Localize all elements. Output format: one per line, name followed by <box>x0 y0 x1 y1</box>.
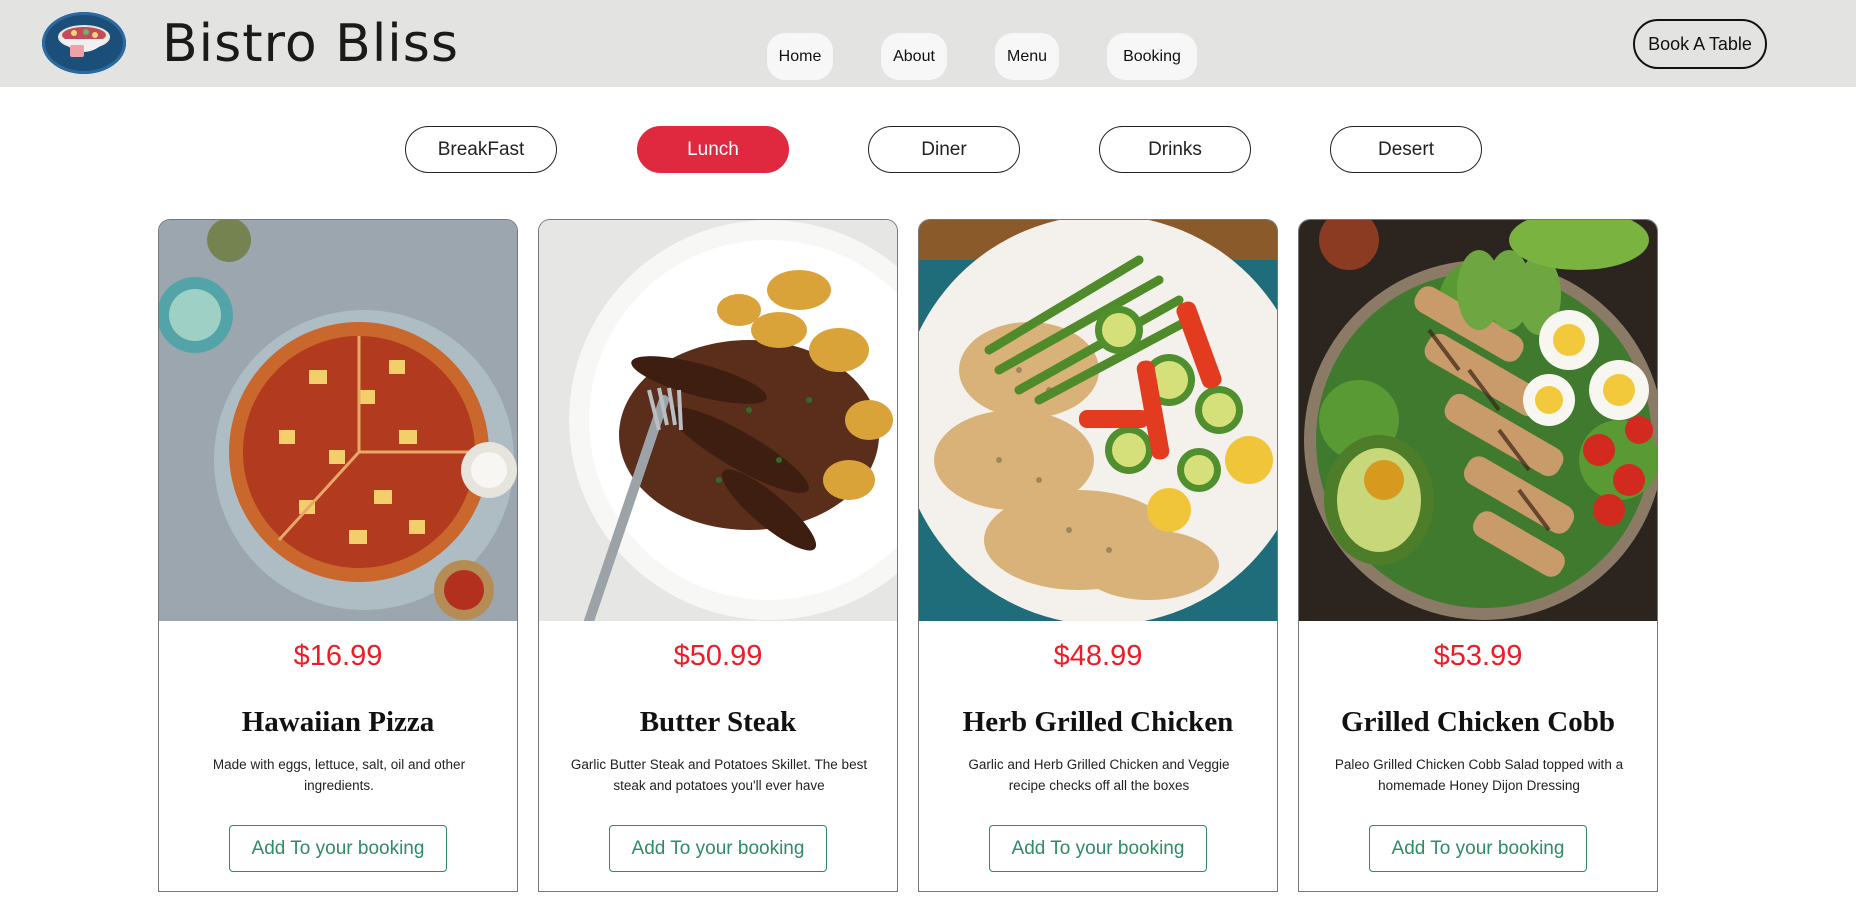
brand-title: Bistro Bliss <box>162 14 459 74</box>
add-to-booking-button[interactable]: Add To your booking <box>1369 825 1587 872</box>
menu-card: $48.99 Herb Grilled Chicken Garlic and H… <box>918 219 1278 892</box>
nav-home[interactable]: Home <box>767 33 833 80</box>
category-diner[interactable]: Diner <box>868 126 1020 173</box>
add-to-booking-button[interactable]: Add To your booking <box>229 825 447 872</box>
nav-booking[interactable]: Booking <box>1107 33 1197 80</box>
add-to-booking-button[interactable]: Add To your booking <box>989 825 1207 872</box>
item-name: Herb Grilled Chicken <box>962 706 1234 738</box>
hawaiian-pizza-photo <box>159 220 517 621</box>
item-name: Hawaiian Pizza <box>241 706 435 738</box>
book-table-button[interactable]: Book A Table <box>1633 19 1767 69</box>
item-description: Garlic Butter Steak and Potatoes Skillet… <box>570 757 868 793</box>
add-to-booking-button[interactable]: Add To your booking <box>609 825 827 872</box>
header-bar: Bistro Bliss Home About Menu Booking Boo… <box>0 0 1856 87</box>
item-price: $50.99 <box>673 640 763 672</box>
item-name: Butter Steak <box>639 706 797 738</box>
butter-steak-photo <box>539 220 897 621</box>
grilled-chicken-cobb-photo <box>1299 220 1657 621</box>
herb-grilled-chicken-photo <box>919 220 1277 621</box>
item-price: $16.99 <box>293 640 383 672</box>
menu-card: $50.99 Butter Steak Garlic Butter Steak … <box>538 219 898 892</box>
item-name: Grilled Chicken Cobb <box>1341 706 1615 738</box>
item-description: Paleo Grilled Chicken Cobb Salad topped … <box>1334 757 1624 793</box>
nav-about[interactable]: About <box>881 33 947 80</box>
category-breakfast[interactable]: BreakFast <box>405 126 557 173</box>
logo[interactable] <box>42 12 126 74</box>
item-price: $53.99 <box>1433 640 1523 672</box>
item-description: Garlic and Herb Grilled Chicken and Vegg… <box>968 757 1230 793</box>
category-desert[interactable]: Desert <box>1330 126 1482 173</box>
menu-card: $53.99 Grilled Chicken Cobb Paleo Grille… <box>1298 219 1658 892</box>
category-lunch[interactable]: Lunch <box>637 126 789 173</box>
nav-menu[interactable]: Menu <box>995 33 1059 80</box>
category-drinks[interactable]: Drinks <box>1099 126 1251 173</box>
item-description: Made with eggs, lettuce, salt, oil and o… <box>212 757 466 793</box>
menu-card: $16.99 Hawaiian Pizza Made with eggs, le… <box>158 219 518 892</box>
item-price: $48.99 <box>1053 640 1143 672</box>
